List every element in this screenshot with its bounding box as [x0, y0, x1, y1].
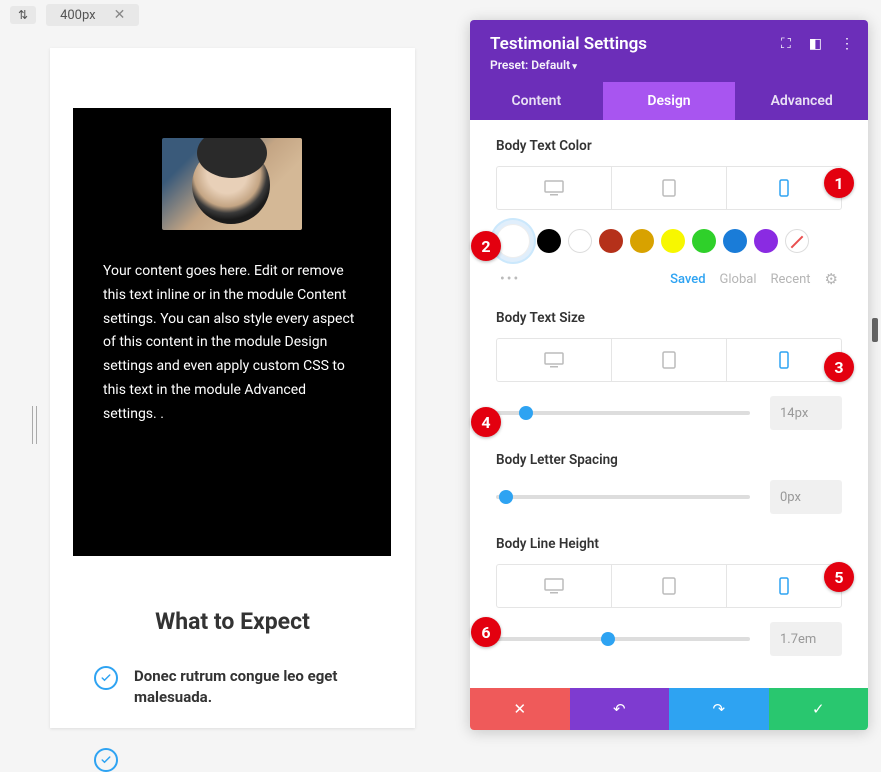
- device-tabs-lineheight: [496, 564, 842, 608]
- device-desktop[interactable]: [497, 167, 612, 209]
- more-colors-icon[interactable]: •••: [500, 271, 520, 287]
- layout-icon[interactable]: ◧: [809, 36, 822, 52]
- swatch-yellow[interactable]: [661, 229, 685, 253]
- marker-4: 4: [471, 407, 501, 437]
- resize-handle-left[interactable]: [25, 406, 43, 444]
- letter-spacing-slider[interactable]: [496, 495, 750, 499]
- tab-advanced[interactable]: Advanced: [735, 82, 868, 120]
- check-icon: [94, 748, 118, 772]
- clear-width-icon[interactable]: ✕: [114, 7, 126, 23]
- panel-body: Body Text Color ••• Saved Global Recent: [470, 120, 868, 688]
- letter-spacing-label: Body Letter Spacing: [496, 452, 842, 468]
- device-desktop[interactable]: [497, 565, 612, 607]
- section-title[interactable]: What to Expect: [50, 608, 415, 635]
- testimonial-module[interactable]: Your content goes here. Edit or remove t…: [73, 108, 391, 556]
- menu-icon[interactable]: ⋮: [840, 36, 854, 52]
- panel-tabs: Content Design Advanced: [470, 82, 868, 120]
- swatch-red[interactable]: [599, 229, 623, 253]
- swatch-purple[interactable]: [754, 229, 778, 253]
- device-tablet[interactable]: [612, 339, 727, 381]
- swatch-none[interactable]: [785, 229, 809, 253]
- text-size-slider[interactable]: [496, 411, 750, 415]
- tab-content[interactable]: Content: [470, 82, 603, 120]
- save-button[interactable]: ✓: [769, 688, 869, 730]
- line-height-slider-row: 1.7em: [496, 622, 842, 656]
- device-desktop[interactable]: [497, 339, 612, 381]
- body-text-size-label: Body Text Size: [496, 310, 842, 326]
- expand-icon[interactable]: ⛶: [781, 36, 791, 52]
- redo-button[interactable]: ↷: [669, 688, 769, 730]
- swatch-current[interactable]: [496, 224, 530, 258]
- device-phone[interactable]: [727, 339, 841, 381]
- text-size-slider-row: 14px: [496, 396, 842, 430]
- undo-button[interactable]: ↶: [570, 688, 670, 730]
- palette-recent[interactable]: Recent: [771, 272, 811, 287]
- size-dropdown[interactable]: ⇅: [10, 6, 36, 24]
- line-height-label: Body Line Height: [496, 536, 842, 552]
- testimonial-avatar: [162, 138, 302, 230]
- swatch-white[interactable]: [568, 229, 592, 253]
- panel-footer: ✕ ↶ ↷ ✓: [470, 688, 868, 730]
- marker-5: 5: [824, 562, 854, 592]
- width-input[interactable]: 400px ✕: [46, 4, 139, 26]
- device-tablet[interactable]: [612, 565, 727, 607]
- letter-spacing-value[interactable]: 0px: [770, 480, 842, 514]
- preview-area: Your content goes here. Edit or remove t…: [50, 48, 415, 728]
- panel-header: Testimonial Settings Preset: Default ⛶ ◧…: [470, 20, 868, 82]
- marker-3: 3: [824, 352, 854, 382]
- letter-spacing-slider-row: 0px: [496, 480, 842, 514]
- marker-1: 1: [824, 168, 854, 198]
- color-swatches: [496, 224, 842, 258]
- swatch-black[interactable]: [537, 229, 561, 253]
- check-icon: [94, 666, 118, 690]
- text-size-value[interactable]: 14px: [770, 396, 842, 430]
- blurb-item-2[interactable]: [94, 748, 134, 772]
- blurb-item-1[interactable]: Donec rutrum congue leo eget malesuada.: [94, 666, 374, 708]
- scroll-handle[interactable]: [872, 318, 878, 342]
- tab-design[interactable]: Design: [603, 82, 736, 120]
- preset-dropdown[interactable]: Preset: Default: [490, 58, 848, 72]
- palette-global[interactable]: Global: [720, 272, 757, 287]
- marker-6: 6: [471, 617, 501, 647]
- gear-icon[interactable]: ⚙: [825, 270, 838, 288]
- swatch-green[interactable]: [692, 229, 716, 253]
- settings-panel: Testimonial Settings Preset: Default ⛶ ◧…: [470, 20, 868, 730]
- testimonial-body-text[interactable]: Your content goes here. Edit or remove t…: [103, 260, 361, 427]
- palette-tabs: Saved Global Recent ⚙: [670, 270, 838, 288]
- device-tabs-size: [496, 338, 842, 382]
- device-tabs-color: [496, 166, 842, 210]
- marker-2: 2: [471, 231, 501, 261]
- line-height-slider[interactable]: [496, 637, 750, 641]
- device-tablet[interactable]: [612, 167, 727, 209]
- line-height-value[interactable]: 1.7em: [770, 622, 842, 656]
- discard-button[interactable]: ✕: [470, 688, 570, 730]
- width-value: 400px: [60, 8, 96, 23]
- swatch-blue[interactable]: [723, 229, 747, 253]
- body-text-color-label: Body Text Color: [496, 138, 842, 154]
- swatch-orange[interactable]: [630, 229, 654, 253]
- blurb-text-1: Donec rutrum congue leo eget malesuada.: [134, 666, 374, 708]
- palette-saved[interactable]: Saved: [670, 272, 705, 287]
